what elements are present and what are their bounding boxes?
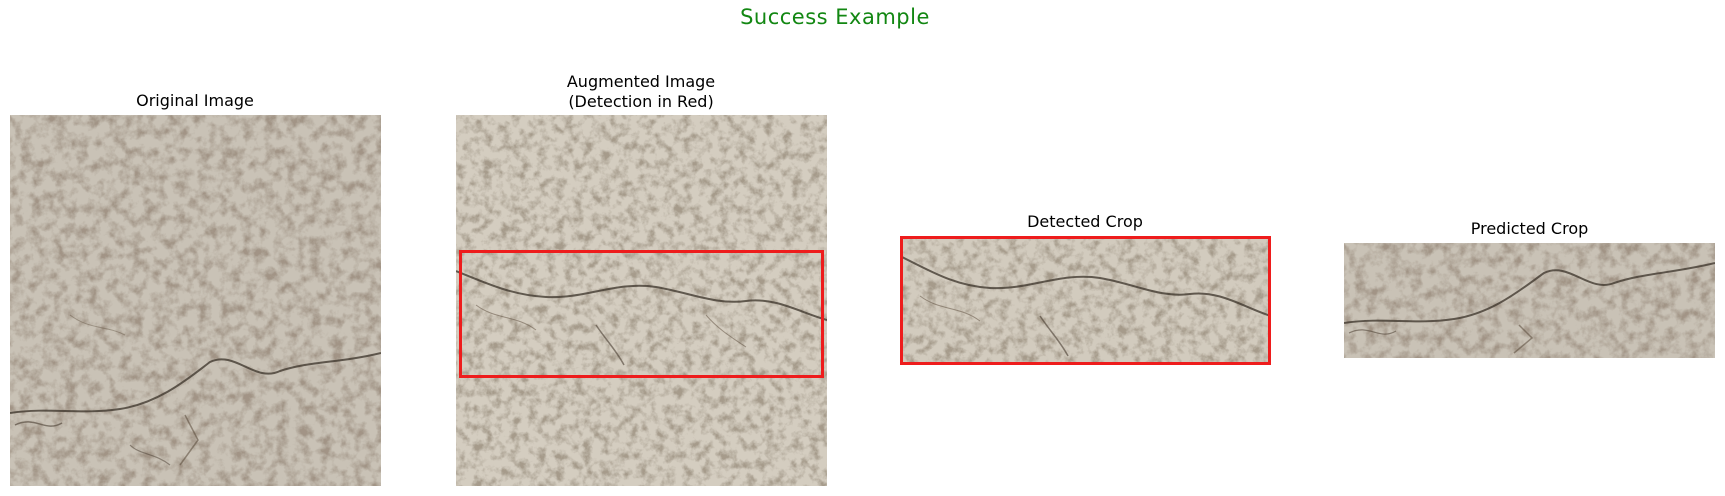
detected-crop-image [900, 236, 1271, 365]
panel-title-predicted-crop: Predicted Crop [1470, 219, 1589, 238]
detection-box [459, 250, 824, 378]
figure-title: Success Example [740, 5, 930, 29]
detected-crop-border [900, 236, 1271, 365]
panel-title-detected-crop: Detected Crop [1027, 212, 1143, 231]
original-image [10, 115, 381, 486]
panel-title-original: Original Image [136, 91, 254, 110]
predicted-crop-image [1344, 243, 1715, 358]
panel-title-augmented: Augmented Image (Detection in Red) [566, 72, 716, 111]
augmented-image [456, 115, 827, 486]
